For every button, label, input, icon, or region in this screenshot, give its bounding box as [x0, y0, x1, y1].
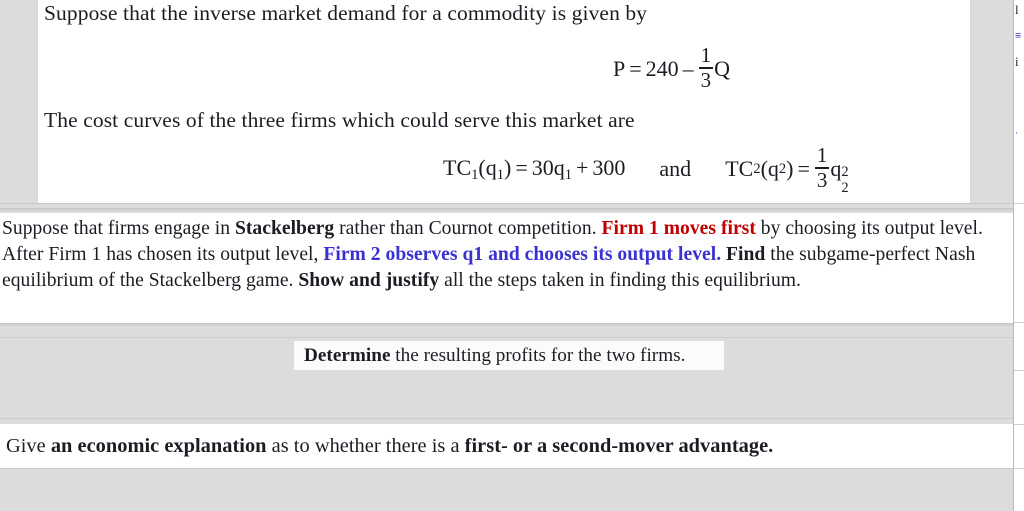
demand-eq-constant: 240 — [645, 56, 679, 82]
firm1-constant: 300 — [592, 154, 626, 180]
strip-fragment-4: · — [1015, 128, 1018, 138]
firm1-equals: = — [515, 154, 528, 180]
firm1-function: TC — [443, 154, 472, 180]
firm2-arg: q — [767, 156, 779, 182]
firm2-fraction: 13 — [814, 143, 830, 192]
cost-eq-firm2: TC 2(q 2) = 1 3 q 2 2 — [725, 143, 849, 196]
strip-rule-2 — [1014, 322, 1024, 323]
strip-rule-5 — [1014, 468, 1024, 469]
demand-eq-fraction-denominator: 3 — [700, 68, 712, 92]
strip-rule-3 — [1014, 370, 1024, 371]
panel-shadow-1 — [0, 208, 1024, 212]
slide-canvas: Suppose that the inverse market demand f… — [0, 0, 1024, 511]
explanation-paragraph: Give an economic explanation as to wheth… — [4, 434, 773, 458]
strip-fragment-1: l — [1015, 2, 1019, 17]
panel-divider-4 — [0, 468, 1024, 469]
demand-eq-minus: – — [682, 56, 694, 82]
panel-shadow-2 — [0, 323, 1024, 327]
firm1-coefficient: 30q — [531, 154, 565, 180]
panel-divider-2 — [0, 337, 1024, 338]
explanation-text-2: as to whether there is a — [266, 435, 465, 457]
firm2-equals: = — [797, 156, 810, 182]
strip-fragment-2: ≡ — [1015, 30, 1022, 42]
cost-intro-text: The cost curves of the three firms which… — [44, 108, 635, 132]
determine-text-1: the resulting profits for the two firms. — [390, 344, 686, 366]
firm1-paren-open: ( — [478, 154, 486, 180]
cost-eq-firm1: TC1(q1) = 30q1 +300 — [443, 155, 625, 184]
firm2-arg-sub: 2 — [778, 160, 787, 177]
stackelberg-emphasis-1: Stackelberg — [234, 218, 335, 239]
demand-eq-variable: Q — [714, 56, 731, 82]
firm2-variable-sub: 2 — [841, 179, 849, 196]
panel-divider-3 — [0, 418, 1024, 419]
stackelberg-emphasis-7: Find — [726, 244, 766, 265]
stackelberg-panel: Suppose that firms engage in Stackelberg… — [0, 213, 1024, 323]
stackelberg-text-10: all the steps taken in finding this equi… — [439, 270, 801, 291]
firm2-paren-close: ) — [786, 156, 794, 182]
demand-intro-text: Suppose that the inverse market demand f… — [44, 1, 648, 25]
stackelberg-paragraph: Suppose that firms engage in Stackelberg… — [0, 216, 1024, 294]
firm2-fraction-denominator: 3 — [816, 168, 828, 192]
determine-emphasis-0: Determine — [304, 344, 391, 366]
determine-profits-paragraph: Determine the resulting profits for the … — [302, 345, 685, 367]
cost-equations: TC1(q1) = 30q1 +300 and TC 2(q 2) = 1 3 q 2 2 — [443, 143, 849, 196]
firm2-paren-open: ( — [760, 156, 768, 182]
firm1-arg: q — [485, 154, 497, 180]
strip-rule-1 — [1014, 203, 1024, 204]
stackelberg-highlight-red-3: Firm 1 moves first — [601, 218, 756, 239]
demand-panel: Suppose that the inverse market demand f… — [38, 0, 970, 203]
demand-eq-equals: = — [629, 56, 642, 82]
cost-eq-conjunction: and — [659, 156, 692, 182]
firm1-arg-sub: 1 — [496, 166, 504, 183]
demand-equation: P = 240 – 1 3 Q — [613, 43, 731, 92]
stackelberg-emphasis-9: Show and justify — [298, 270, 440, 291]
firm2-variable: q — [830, 156, 842, 182]
firm1-plus: + — [576, 154, 589, 180]
strip-fragment-3: i — [1015, 54, 1019, 69]
explanation-emphasis-3: first- or a second-mover advantage. — [464, 435, 774, 457]
stackelberg-highlight-blue-5: Firm 2 observes q1 and chooses its outpu… — [323, 244, 722, 265]
explanation-text-0: Give — [6, 435, 51, 457]
demand-eq-fraction: 1 3 — [698, 43, 714, 92]
determine-profits-panel: Determine the resulting profits for the … — [294, 341, 724, 370]
firm2-function-sub: 2 — [753, 160, 761, 177]
stackelberg-text-0: Suppose that firms engage in — [2, 218, 235, 239]
explanation-panel: Give an economic explanation as to wheth… — [0, 424, 1024, 468]
explanation-emphasis-1: an economic explanation — [50, 435, 267, 457]
firm1-coefficient-sub: 1 — [564, 166, 572, 183]
stackelberg-text-2: rather than Cournot competition. — [334, 218, 602, 239]
panel-divider-1 — [0, 203, 1024, 204]
firm2-fraction-numerator: 1 — [816, 143, 828, 167]
demand-eq-lhs: P — [613, 56, 626, 82]
firm2-function: TC — [725, 156, 754, 182]
right-clipped-strip: l ≡ i · — [1013, 0, 1024, 511]
demand-eq-fraction-numerator: 1 — [700, 43, 712, 67]
strip-rule-4 — [1014, 424, 1024, 425]
firm2-variable-sup: 2 — [841, 164, 849, 181]
